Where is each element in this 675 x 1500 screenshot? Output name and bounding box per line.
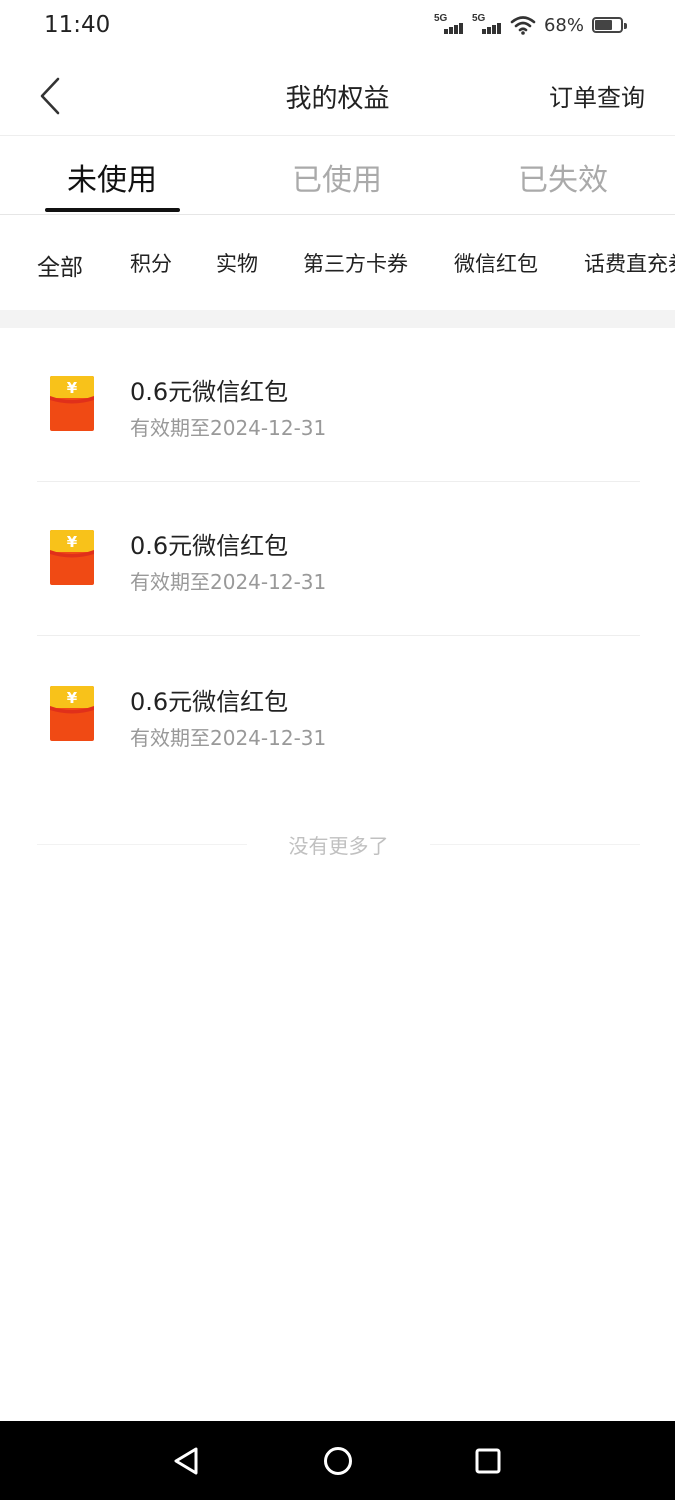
battery-icon xyxy=(592,17,627,33)
item-title: 0.6元微信红包 xyxy=(130,532,289,560)
list-item[interactable]: ¥ 0.6元微信红包 有效期至2024-12-31 xyxy=(37,638,640,792)
svg-text:¥: ¥ xyxy=(67,689,78,707)
category-wechat-red-packet[interactable]: 微信红包 xyxy=(454,248,538,278)
system-navigation-bar xyxy=(0,1421,675,1500)
active-tab-indicator xyxy=(45,208,180,212)
section-gap xyxy=(0,310,675,328)
order-query-link[interactable]: 订单查询 xyxy=(549,78,645,113)
nav-home-button[interactable] xyxy=(320,1443,356,1479)
category-filter-bar: 全部 积分 实物 第三方卡券 微信红包 话费直充券 xyxy=(0,216,675,310)
wifi-icon xyxy=(510,16,536,35)
status-tabs: 未使用 已使用 已失效 xyxy=(0,137,675,215)
category-points[interactable]: 积分 xyxy=(130,248,172,278)
item-expiry: 有效期至2024-12-31 xyxy=(130,416,327,440)
category-third-party-coupon[interactable]: 第三方卡券 xyxy=(303,248,408,278)
item-expiry: 有效期至2024-12-31 xyxy=(130,570,327,594)
list-item[interactable]: ¥ 0.6元微信红包 有效期至2024-12-31 xyxy=(37,482,640,636)
item-expiry: 有效期至2024-12-31 xyxy=(130,726,327,750)
red-packet-icon: ¥ xyxy=(50,376,94,431)
tab-unused[interactable]: 未使用 xyxy=(42,155,182,199)
status-time: 11:40 xyxy=(44,12,111,38)
square-recents-icon xyxy=(475,1448,501,1474)
circle-home-icon xyxy=(324,1447,352,1475)
tab-expired[interactable]: 已失效 xyxy=(493,155,633,199)
list-item[interactable]: ¥ 0.6元微信红包 有效期至2024-12-31 xyxy=(37,328,640,482)
tab-used[interactable]: 已使用 xyxy=(267,155,407,199)
cellular-signal-icon: 5G xyxy=(434,13,464,36)
svg-text:¥: ¥ xyxy=(67,379,78,397)
status-icons: 5G 5G 68% xyxy=(434,13,627,36)
header: 我的权益 订单查询 xyxy=(0,56,675,136)
nav-back-button[interactable] xyxy=(168,1443,204,1479)
item-title: 0.6元微信红包 xyxy=(130,378,289,406)
category-phone-recharge[interactable]: 话费直充券 xyxy=(584,248,675,278)
status-bar: 11:40 5G 5G 68% xyxy=(0,0,675,56)
battery-percent: 68% xyxy=(543,14,584,36)
svg-text:¥: ¥ xyxy=(67,533,78,551)
no-more-text: 没有更多了 xyxy=(288,834,389,858)
red-packet-icon: ¥ xyxy=(50,686,94,741)
red-packet-icon: ¥ xyxy=(50,530,94,585)
item-title: 0.6元微信红包 xyxy=(130,688,289,716)
triangle-back-icon xyxy=(174,1447,198,1475)
end-of-list: 没有更多了 xyxy=(37,826,640,862)
nav-recents-button[interactable] xyxy=(470,1443,506,1479)
category-physical[interactable]: 实物 xyxy=(216,248,258,278)
category-all[interactable]: 全部 xyxy=(37,248,83,282)
cellular-signal-icon: 5G xyxy=(472,13,502,36)
